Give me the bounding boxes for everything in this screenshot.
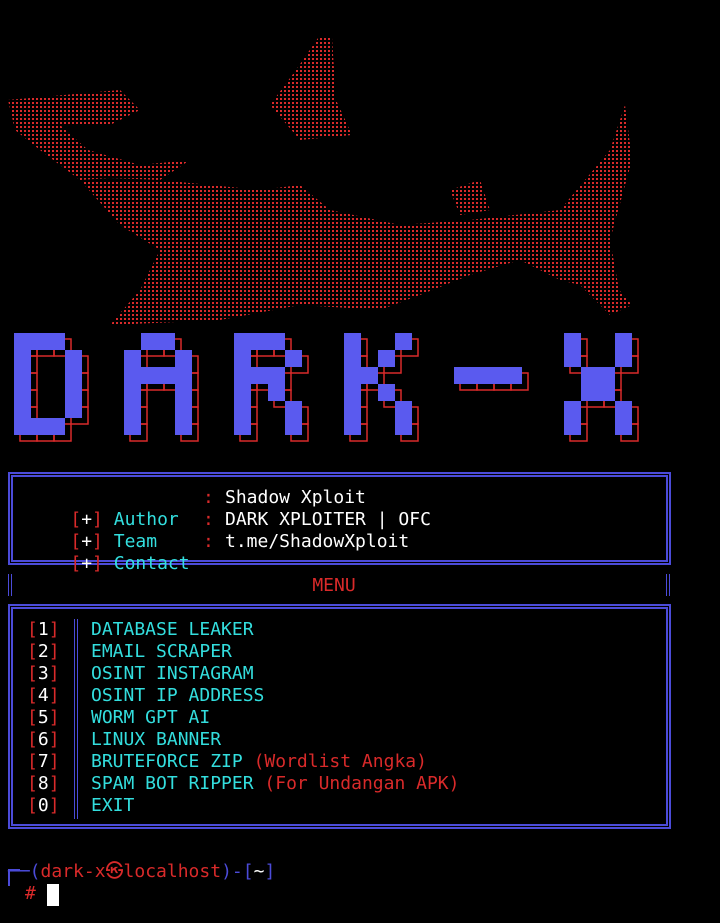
prompt-line: ──(dark-x㉿localhost)-[~]	[8, 861, 276, 882]
menu-item-label[interactable]: EMAIL SCRAPER	[91, 641, 232, 663]
menu-item[interactable]: [0]	[27, 795, 60, 817]
menu-item-label[interactable]: OSINT IP ADDRESS	[91, 685, 264, 707]
info-sep: :	[203, 509, 214, 530]
menu-item-note: (Wordlist Angka)	[253, 751, 427, 772]
menu-item[interactable]: [4]	[27, 685, 60, 707]
menu-item-label[interactable]: OSINT INSTAGRAM	[91, 663, 254, 685]
menu-item-label[interactable]: SPAM BOT RIPPER (For Undangan APK)	[91, 773, 459, 795]
menu-item-label[interactable]: WORM GPT AI	[91, 707, 210, 729]
menu-item[interactable]: [3]	[27, 663, 60, 685]
menu-item[interactable]: [2]	[27, 641, 60, 663]
info-row-author: [+] Author	[70, 509, 179, 530]
menu-item-label[interactable]: BRUTEFORCE ZIP (Wordlist Angka)	[91, 751, 427, 773]
menu-item-label[interactable]: DATABASE LEAKER	[91, 619, 254, 641]
menu-item[interactable]: [8]	[27, 773, 60, 795]
contact-value: t.me/ShadowXploit	[225, 531, 410, 552]
menu-title: MENU	[312, 575, 356, 596]
menu-panel: [1] DATABASE LEAKER [2] EMAIL SCRAPER [3] OSI…	[8, 604, 671, 829]
info-row-team: [+] Team	[70, 531, 158, 552]
menu-item-label[interactable]: EXIT	[91, 795, 134, 817]
menu-item-label[interactable]: LINUX BANNER	[91, 729, 221, 751]
dark-x-logo	[14, 333, 639, 442]
author-value: Shadow Xploit	[225, 487, 366, 508]
terminal-cursor[interactable]	[47, 884, 59, 906]
team-value: DARK XPLOITER | OFC	[225, 509, 431, 530]
menu-item-note: (For Undangan APK)	[264, 773, 460, 794]
menu-divider	[74, 619, 78, 819]
prompt-path: ~	[253, 861, 265, 882]
shark-ascii-art	[8, 38, 632, 325]
menu-item[interactable]: [5]	[27, 707, 60, 729]
info-sep: :	[203, 531, 214, 552]
menu-item[interactable]: [7]	[27, 751, 60, 773]
prompt-user-host: dark-x㉿localhost	[40, 861, 222, 882]
prompt-symbol: #	[25, 883, 36, 904]
menu-item[interactable]: [1]	[27, 619, 60, 641]
info-row-contact: [+] Contact	[70, 553, 190, 574]
menu-header-right-bar	[666, 574, 670, 596]
info-sep: :	[203, 487, 214, 508]
menu-item[interactable]: [6]	[27, 729, 60, 751]
info-panel: [+] Author : Shadow Xploit [+] Team : DA…	[8, 472, 671, 574]
